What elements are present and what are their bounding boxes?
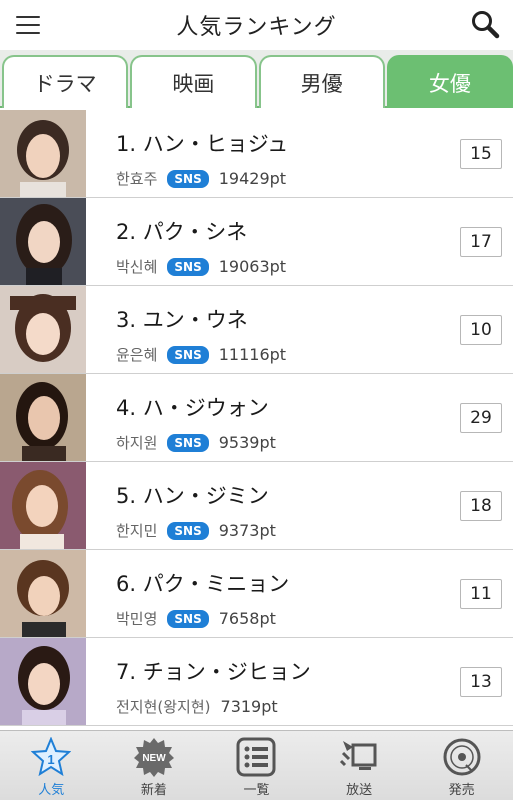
disc-icon	[440, 737, 484, 777]
count-badge[interactable]: 15	[460, 139, 502, 169]
tab-movie[interactable]: 映画	[130, 55, 257, 108]
row-meta: 박신혜 SNS 19063pt	[116, 256, 286, 277]
count-badge[interactable]: 29	[460, 403, 502, 433]
ranking-row[interactable]: 7. チョン・ジヒョン 전지현(왕지현) 7319pt 13	[0, 638, 513, 726]
points: 7658pt	[218, 609, 276, 628]
nav-label: 一覧	[243, 783, 270, 798]
ranking-row[interactable]: 3. ユン・ウネ 윤은혜 SNS 11116pt 10	[0, 286, 513, 374]
count-badge[interactable]: 18	[460, 491, 502, 521]
actress-name: 6. パク・ミニョン	[116, 572, 290, 596]
row-meta: 한효주 SNS 19429pt	[116, 168, 286, 189]
row-meta: 하지원 SNS 9539pt	[116, 432, 276, 453]
row-meta: 박민영 SNS 7658pt	[116, 608, 276, 629]
nav-label: 人気	[38, 783, 65, 798]
actress-photo	[0, 286, 86, 373]
actress-name: 7. チョン・ジヒョン	[116, 660, 311, 684]
actress-photo	[0, 198, 86, 285]
page-title: 人気ランキング	[176, 15, 337, 40]
points: 7319pt	[220, 697, 278, 716]
category-tabs: ドラマ 映画 男優 女優	[0, 50, 513, 108]
ranking-list: 1. ハン・ヒョジュ 한효주 SNS 19429pt 15 2. パク・シネ 박…	[0, 110, 513, 726]
ranking-row[interactable]: 1. ハン・ヒョジュ 한효주 SNS 19429pt 15	[0, 110, 513, 198]
points: 11116pt	[218, 345, 287, 364]
actress-name: 4. ハ・ジウォン	[116, 396, 269, 420]
actress-name: 1. ハン・ヒョジュ	[116, 132, 289, 156]
count-badge[interactable]: 11	[460, 579, 502, 609]
list-icon	[234, 737, 278, 777]
sns-badge: SNS	[167, 433, 209, 452]
sns-badge: SNS	[167, 609, 209, 628]
korean-name: 하지원	[116, 434, 158, 452]
row-meta: 전지현(왕지현) 7319pt	[116, 696, 278, 717]
korean-name: 박신혜	[116, 258, 158, 276]
korean-name: 한지민	[116, 522, 158, 540]
bottom-nav: 1 人気 NEW 新着 一覧 放送 発売	[0, 730, 513, 800]
sns-badge: SNS	[167, 345, 209, 364]
nav-broadcast[interactable]: 放送	[308, 731, 411, 800]
korean-name: 박민영	[116, 610, 158, 628]
korean-name: 한효주	[116, 170, 158, 188]
nav-list[interactable]: 一覧	[205, 731, 308, 800]
sns-badge: SNS	[167, 169, 209, 188]
svg-text:NEW: NEW	[142, 753, 166, 764]
nav-label: 放送	[346, 783, 373, 798]
app-header: 人気ランキング	[0, 0, 513, 50]
nav-label: 新着	[140, 783, 167, 798]
ranking-row[interactable]: 6. パク・ミニョン 박민영 SNS 7658pt 11	[0, 550, 513, 638]
nav-label: 発売	[448, 783, 475, 798]
points: 9539pt	[218, 433, 276, 452]
actress-photo	[0, 462, 86, 549]
search-icon[interactable]	[469, 8, 503, 42]
count-badge[interactable]: 10	[460, 315, 502, 345]
row-meta: 한지민 SNS 9373pt	[116, 520, 276, 541]
star-rank-icon: 1	[29, 737, 73, 777]
tab-actress[interactable]: 女優	[386, 55, 513, 108]
new-badge-icon: NEW	[132, 737, 176, 777]
nav-release[interactable]: 発売	[410, 731, 513, 800]
actress-photo	[0, 638, 86, 725]
sns-badge: SNS	[167, 257, 209, 276]
nav-popular[interactable]: 1 人気	[0, 731, 103, 800]
ranking-row[interactable]: 4. ハ・ジウォン 하지원 SNS 9539pt 29	[0, 374, 513, 462]
broadcast-icon	[337, 737, 381, 777]
ranking-row[interactable]: 5. ハン・ジミン 한지민 SNS 9373pt 18	[0, 462, 513, 550]
sns-badge: SNS	[167, 521, 209, 540]
korean-name: 전지현(왕지현)	[116, 698, 211, 716]
points: 9373pt	[218, 521, 276, 540]
tab-actor[interactable]: 男優	[258, 55, 385, 108]
points: 19429pt	[218, 169, 287, 188]
row-meta: 윤은혜 SNS 11116pt	[116, 344, 286, 365]
points: 19063pt	[218, 257, 287, 276]
actress-name: 2. パク・シネ	[116, 220, 248, 244]
nav-new[interactable]: NEW 新着	[103, 731, 206, 800]
actress-name: 3. ユン・ウネ	[116, 308, 248, 332]
count-badge[interactable]: 13	[460, 667, 502, 697]
actress-photo	[0, 374, 86, 461]
ranking-row[interactable]: 2. パク・シネ 박신혜 SNS 19063pt 17	[0, 198, 513, 286]
actress-name: 5. ハン・ジミン	[116, 484, 269, 508]
svg-text:1: 1	[48, 752, 55, 767]
hamburger-menu-icon[interactable]	[14, 12, 44, 38]
actress-photo	[0, 550, 86, 637]
tab-drama[interactable]: ドラマ	[2, 55, 129, 108]
actress-photo	[0, 110, 86, 197]
count-badge[interactable]: 17	[460, 227, 502, 257]
korean-name: 윤은혜	[116, 346, 158, 364]
